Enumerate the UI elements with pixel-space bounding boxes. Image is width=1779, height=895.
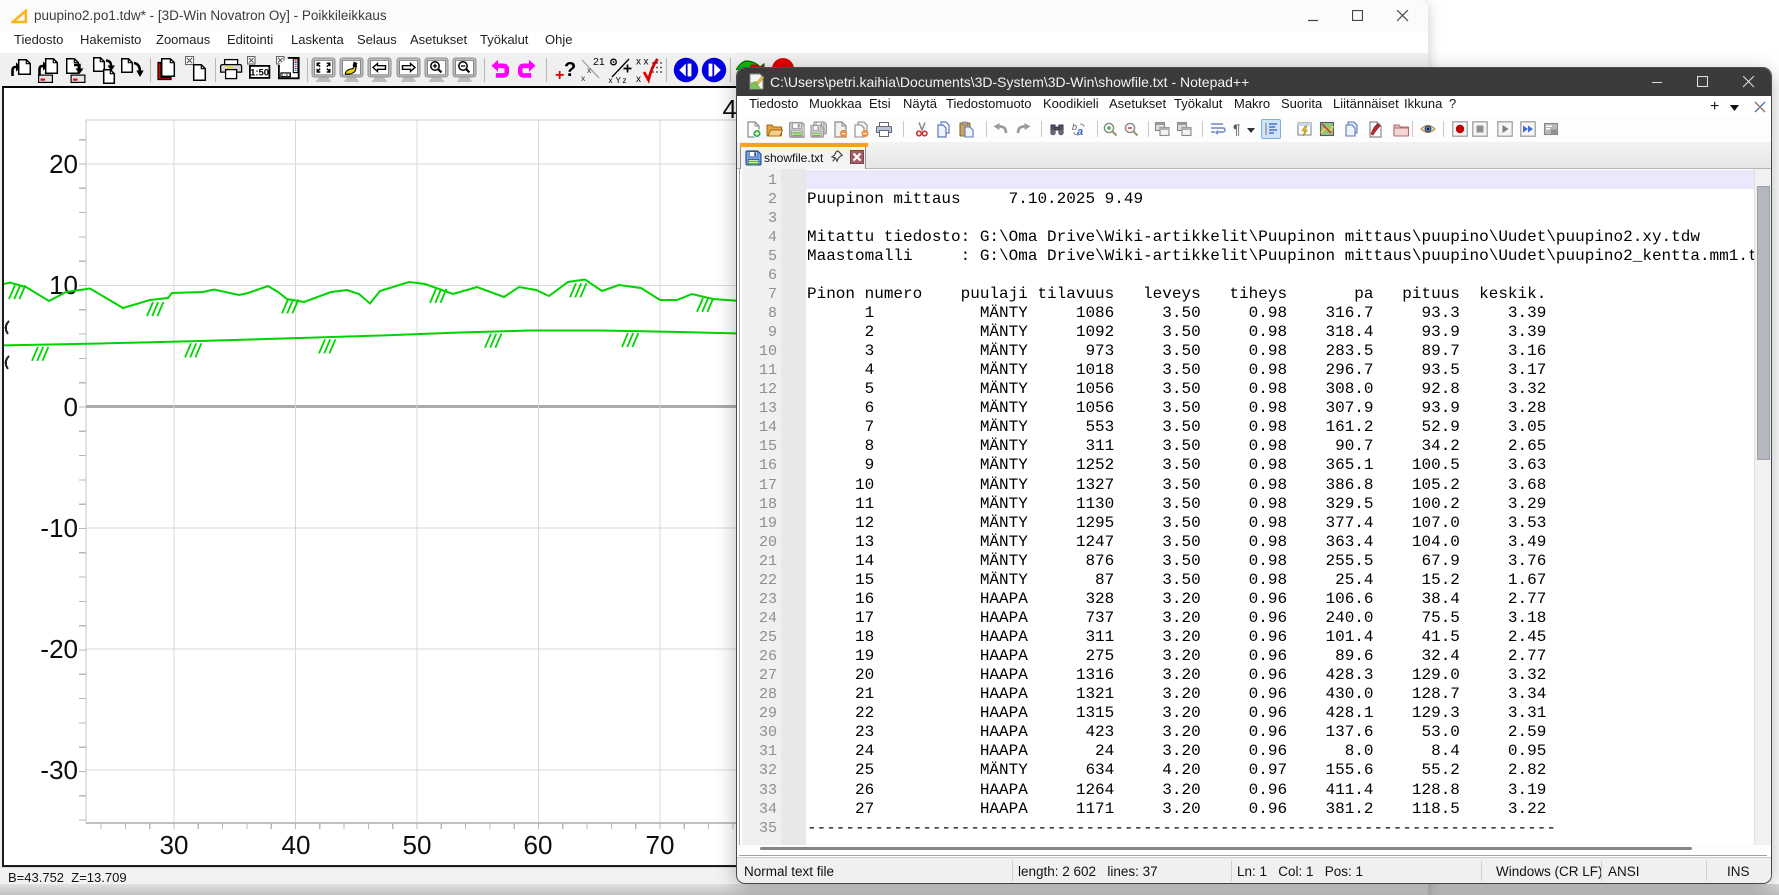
svg-text:-20: -20 (40, 634, 78, 664)
svg-text:1:50: 1:50 (250, 68, 269, 79)
svg-text:20: 20 (49, 149, 78, 179)
svg-text:x: x (644, 57, 649, 68)
svg-text:30: 30 (160, 830, 189, 860)
svg-text:0: 0 (64, 392, 78, 422)
svg-text:Y: Y (616, 76, 622, 84)
svg-text:x: x (636, 74, 641, 84)
svg-text:x: x (581, 73, 586, 83)
svg-text:10: 10 (49, 270, 78, 300)
svg-text:¶: ¶ (1233, 121, 1241, 137)
svg-text:x: x (636, 57, 641, 68)
svg-text:-10: -10 (40, 513, 78, 543)
svg-text:1:XX: 1:XX (282, 72, 292, 77)
svg-text:?: ? (564, 59, 576, 81)
svg-text:60: 60 (524, 830, 553, 860)
svg-text:40: 40 (282, 830, 311, 860)
svg-text:a: a (1077, 126, 1083, 138)
svg-text:z: z (623, 76, 627, 84)
svg-text:-30: -30 (40, 755, 78, 785)
svg-text:70: 70 (646, 830, 675, 860)
svg-text:4: 4 (723, 94, 737, 124)
svg-text:+: + (555, 67, 564, 83)
svg-text:x: x (609, 76, 613, 84)
svg-text:50: 50 (403, 830, 432, 860)
svg-text:21: 21 (593, 56, 605, 68)
